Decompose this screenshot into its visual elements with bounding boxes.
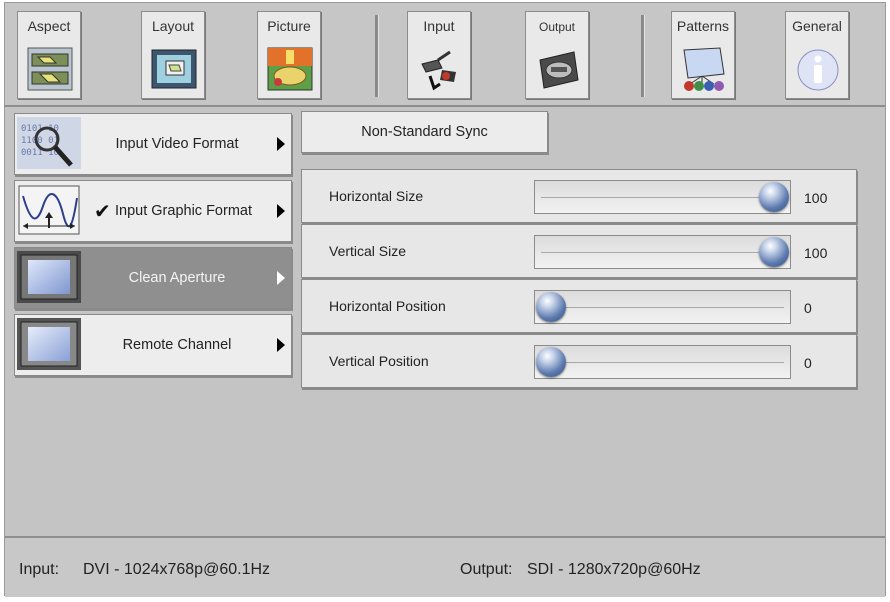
slider-line — [541, 252, 784, 253]
vertical-position-row: Vertical Position 0 — [301, 334, 857, 388]
horizontal-position-row: Horizontal Position 0 — [301, 279, 857, 333]
layout-icon — [151, 49, 197, 89]
waveform-icon — [18, 185, 80, 235]
slider-knob[interactable] — [759, 237, 789, 267]
tab-output[interactable]: Output — [525, 11, 589, 99]
row-value: 0 — [804, 355, 812, 371]
tab-label: Layout — [151, 18, 195, 34]
vertical-position-slider[interactable] — [534, 345, 791, 379]
tab-patterns[interactable]: Patterns — [671, 11, 735, 99]
svg-text:1100 01: 1100 01 — [21, 136, 59, 146]
output-logo-icon — [539, 51, 579, 89]
vertical-size-slider[interactable] — [534, 235, 791, 269]
top-toolbar: Aspect Layout Picture Input Output Patte… — [5, 3, 885, 107]
toolbar-separator — [641, 15, 645, 97]
tab-input[interactable]: Input — [407, 11, 471, 99]
input-status-label: Input: — [19, 561, 60, 578]
menu-item-label: Clean Aperture — [128, 270, 226, 286]
aperture-frame-icon — [17, 251, 81, 303]
input-connector-icon — [421, 50, 456, 91]
tab-label: Patterns — [676, 18, 730, 34]
horizontal-size-row: Horizontal Size 100 — [301, 169, 857, 223]
picture-icon — [267, 47, 313, 91]
menu-item-label: Remote Channel — [122, 337, 232, 353]
tab-label: Aspect — [27, 18, 71, 34]
menu-item-input-graphic-format[interactable]: ✔ Input Graphic Format — [14, 180, 292, 242]
slider-line — [541, 362, 784, 363]
tab-label: Output — [538, 20, 576, 34]
frame-icon — [17, 318, 81, 370]
aspect-icon — [27, 47, 73, 91]
output-status-value: SDI - 1280x720p@60Hz — [527, 561, 701, 578]
row-value: 100 — [804, 245, 828, 261]
menu-item-clean-aperture[interactable]: Clean Aperture — [14, 247, 292, 309]
submenu-arrow-icon — [277, 137, 285, 151]
slider-line — [541, 307, 784, 308]
info-icon — [797, 49, 839, 91]
row-label: Vertical Position — [329, 353, 429, 369]
slider-line — [541, 197, 784, 198]
row-label: Horizontal Size — [329, 188, 424, 204]
non-standard-sync-button[interactable]: Non-Standard Sync — [301, 111, 548, 153]
submenu-arrow-icon — [277, 204, 285, 218]
app-window: Aspect Layout Picture Input Output Patte… — [4, 2, 886, 597]
slider-knob[interactable] — [759, 182, 789, 212]
input-status-value: DVI - 1024x768p@60.1Hz — [83, 561, 271, 578]
patterns-icon — [683, 47, 725, 91]
tab-label: Input — [423, 18, 455, 34]
tab-general[interactable]: General — [785, 11, 849, 99]
vertical-size-row: Vertical Size 100 — [301, 224, 857, 278]
menu-item-input-video-format[interactable]: 0101 10 1100 01 0011 10 Input Video Form… — [14, 113, 292, 175]
row-label: Vertical Size — [329, 243, 407, 259]
row-value: 0 — [804, 300, 812, 316]
menu-item-label: Input Graphic Format — [115, 203, 252, 219]
submenu-arrow-icon — [277, 271, 285, 285]
tab-aspect[interactable]: Aspect — [17, 11, 81, 99]
tab-picture[interactable]: Picture — [257, 11, 321, 99]
magnifier-data-icon: 0101 10 1100 01 0011 10 — [17, 117, 81, 169]
menu-item-label: Input Video Format — [115, 136, 239, 152]
submenu-arrow-icon — [277, 338, 285, 352]
status-bar: Input: DVI - 1024x768p@60.1Hz Output: SD… — [5, 536, 885, 597]
menu-item-remote-channel[interactable]: Remote Channel — [14, 314, 292, 376]
slider-knob[interactable] — [536, 292, 566, 322]
row-value: 100 — [804, 190, 828, 206]
horizontal-size-slider[interactable] — [534, 180, 791, 214]
output-status-label: Output: — [460, 561, 513, 578]
tab-label: General — [792, 18, 842, 34]
horizontal-position-slider[interactable] — [534, 290, 791, 324]
tab-layout[interactable]: Layout — [141, 11, 205, 99]
toolbar-separator — [375, 15, 379, 97]
slider-knob[interactable] — [536, 347, 566, 377]
tab-label: Picture — [267, 18, 311, 34]
checkmark-icon: ✔ — [94, 201, 111, 223]
row-label: Horizontal Position — [329, 298, 446, 314]
